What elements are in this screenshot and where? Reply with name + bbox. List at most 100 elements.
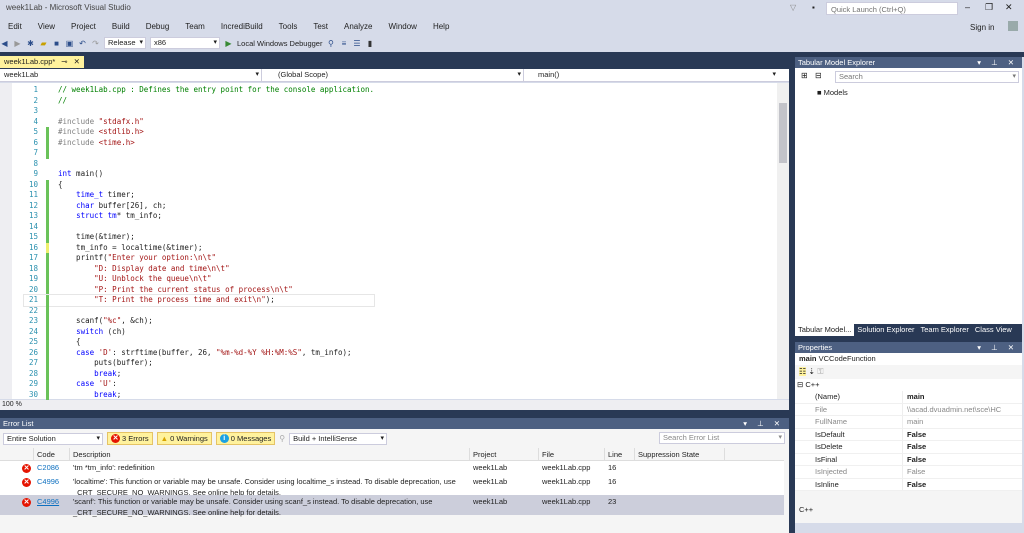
scrollbar-thumb[interactable] [779, 103, 787, 163]
menu-tools[interactable]: Tools [271, 21, 306, 33]
code-line[interactable]: 27 puts(buffer); [24, 358, 374, 369]
restore-button[interactable]: ❐ [985, 2, 993, 13]
code-line[interactable]: 20 "P: Print the current status of proce… [24, 284, 374, 295]
clear-filter-icon[interactable]: ⚲ [279, 434, 285, 443]
menu-build[interactable]: Build [104, 21, 138, 33]
menu-view[interactable]: View [30, 21, 63, 33]
property-pages-icon[interactable]: ⚿ [817, 367, 823, 376]
property-row[interactable]: File \\acad.dvuadmin.net\sce\HC [795, 403, 1022, 416]
column-header[interactable]: File [539, 448, 605, 460]
filter-icon[interactable]: ▽ [790, 3, 796, 12]
messages-filter-button[interactable]: i0 Messages [215, 432, 276, 445]
table-row[interactable]: ✕ C4996'localtime': This function or vari… [0, 475, 784, 497]
code-line[interactable]: 29 case 'U': [24, 379, 374, 390]
save-all-icon[interactable]: ▣ [65, 39, 74, 48]
code-line[interactable]: 17 printf("Enter your option:\n\t" [24, 253, 374, 264]
code-line[interactable]: 16 tm_info = localtime(&timer); [24, 242, 374, 253]
forward-icon[interactable]: ▶ [13, 39, 22, 48]
property-row[interactable]: IsInjected False [795, 466, 1022, 479]
code-line[interactable]: 2 // [24, 96, 374, 107]
pin-icon[interactable]: ⊸ [61, 56, 67, 68]
table-row[interactable]: ✕ C4996'scanf': This function or variable… [0, 495, 784, 517]
vertical-scrollbar[interactable] [777, 83, 789, 399]
minimize-button[interactable]: – [965, 2, 970, 12]
warnings-filter-button[interactable]: ▲ 0 Warnings [156, 432, 212, 445]
indent-icon[interactable]: ≡ [339, 39, 348, 48]
panel-controls[interactable]: ▾ ⊥ ✕ [977, 57, 1018, 68]
column-header[interactable]: Code [34, 448, 70, 460]
code-line[interactable]: 7 [24, 148, 374, 159]
code-line[interactable]: 6 #include <time.h> [24, 137, 374, 148]
scope-filter-dropdown[interactable]: Entire Solution [3, 432, 103, 445]
code-line[interactable]: 18 "D: Display date and time\n\t" [24, 263, 374, 274]
tab-week1lab-cpp[interactable]: week1Lab.cpp* ⊸ ✕ [0, 56, 84, 68]
code-line[interactable]: 11 time_t timer; [24, 190, 374, 201]
bookmark-icon[interactable]: ▮ [365, 39, 374, 48]
menu-team[interactable]: Team [177, 21, 213, 33]
right-tab[interactable]: Tabular Model... [795, 324, 855, 336]
undo-icon[interactable]: ↶ [78, 39, 87, 48]
property-value[interactable]: False [903, 441, 926, 453]
property-row[interactable]: IsFinal False [795, 453, 1022, 466]
property-row[interactable]: (Name) main [795, 391, 1022, 404]
code-line[interactable]: 5 #include <stdlib.h> [24, 127, 374, 138]
code-line[interactable]: 15 time(&timer); [24, 232, 374, 243]
column-header[interactable]: Description [70, 448, 470, 460]
project-dropdown[interactable]: week1Lab [0, 69, 262, 81]
property-value[interactable]: main [903, 416, 923, 428]
menu-window[interactable]: Window [380, 21, 424, 33]
table-row[interactable]: ✕ C2086'tm *tm_info': redefinition week1La… [0, 461, 784, 475]
collapse-category-icon[interactable]: ⊟ [797, 380, 803, 389]
code-line[interactable]: 10 { [24, 179, 374, 190]
property-value[interactable]: False [903, 479, 926, 491]
column-header[interactable]: Line [605, 448, 635, 460]
menu-analyze[interactable]: Analyze [336, 21, 380, 33]
tree-node-models[interactable]: ■ Models [817, 88, 848, 97]
code-line[interactable]: 22 [24, 305, 374, 316]
object-type[interactable]: VCCodeFunction [819, 354, 876, 363]
error-code-link[interactable]: C4996 [34, 476, 70, 495]
find-icon[interactable]: ⚲ [326, 39, 335, 48]
close-button[interactable]: ✕ [1005, 2, 1013, 13]
configuration-dropdown[interactable]: Release [104, 37, 146, 49]
code-line[interactable]: 1 // week1Lab.cpp : Defines the entry poi… [24, 85, 374, 96]
scope-dropdown[interactable]: (Global Scope) [262, 69, 524, 81]
code-line[interactable]: 30 break; [24, 389, 374, 400]
member-dropdown[interactable]: main() [524, 69, 778, 81]
redo-icon[interactable]: ↷ [91, 39, 100, 48]
source-filter-dropdown[interactable]: Build + IntelliSense [289, 432, 388, 445]
code-line[interactable]: 8 [24, 159, 374, 170]
property-row[interactable]: IsDefault False [795, 428, 1022, 441]
alphabetical-icon[interactable]: ⇣ [808, 367, 815, 376]
panel-controls[interactable]: ▾ ⊥ ✕ [743, 418, 784, 429]
code-line[interactable]: 14 [24, 221, 374, 232]
code-line[interactable]: 12 char buffer[26], ch; [24, 200, 374, 211]
property-row[interactable]: FullName main [795, 416, 1022, 429]
property-value[interactable]: \\acad.dvuadmin.net\sce\HC [903, 404, 1001, 416]
right-tab[interactable]: Class View [972, 324, 1015, 336]
play-icon[interactable]: ▶ [224, 39, 233, 48]
open-icon[interactable]: ▰ [39, 39, 48, 48]
code-line[interactable]: 24 switch (ch) [24, 326, 374, 337]
new-project-icon[interactable]: ✱ [26, 39, 35, 48]
feedback-icon[interactable]: ▪ [812, 3, 815, 12]
menu-project[interactable]: Project [63, 21, 104, 33]
panel-controls[interactable]: ▾ ⊥ ✕ [977, 342, 1018, 353]
errors-filter-button[interactable]: ✕ 3 Errors [107, 432, 153, 445]
code-line[interactable]: 28 break; [24, 368, 374, 379]
column-header[interactable]: Suppression State [635, 448, 725, 460]
property-value[interactable]: False [903, 454, 926, 466]
categorized-icon[interactable]: ☷ [799, 367, 807, 376]
menu-incredibuild[interactable]: IncrediBuild [213, 21, 271, 33]
sign-in-link[interactable]: Sign in [970, 23, 994, 32]
error-code-link[interactable]: C2086 [34, 462, 70, 475]
code-line[interactable]: 4 #include "stdafx.h" [24, 117, 374, 128]
code-line[interactable]: 9 int main() [24, 169, 374, 180]
platform-dropdown[interactable]: x86 [150, 37, 220, 49]
quick-launch-input[interactable]: Quick Launch (Ctrl+Q) [826, 2, 958, 15]
start-debugger-button[interactable]: Local Windows Debugger [237, 39, 322, 48]
avatar[interactable] [1008, 21, 1018, 31]
property-row[interactable]: IsDelete False [795, 441, 1022, 454]
menu-edit[interactable]: Edit [0, 21, 30, 33]
code-line[interactable]: 25 { [24, 337, 374, 348]
